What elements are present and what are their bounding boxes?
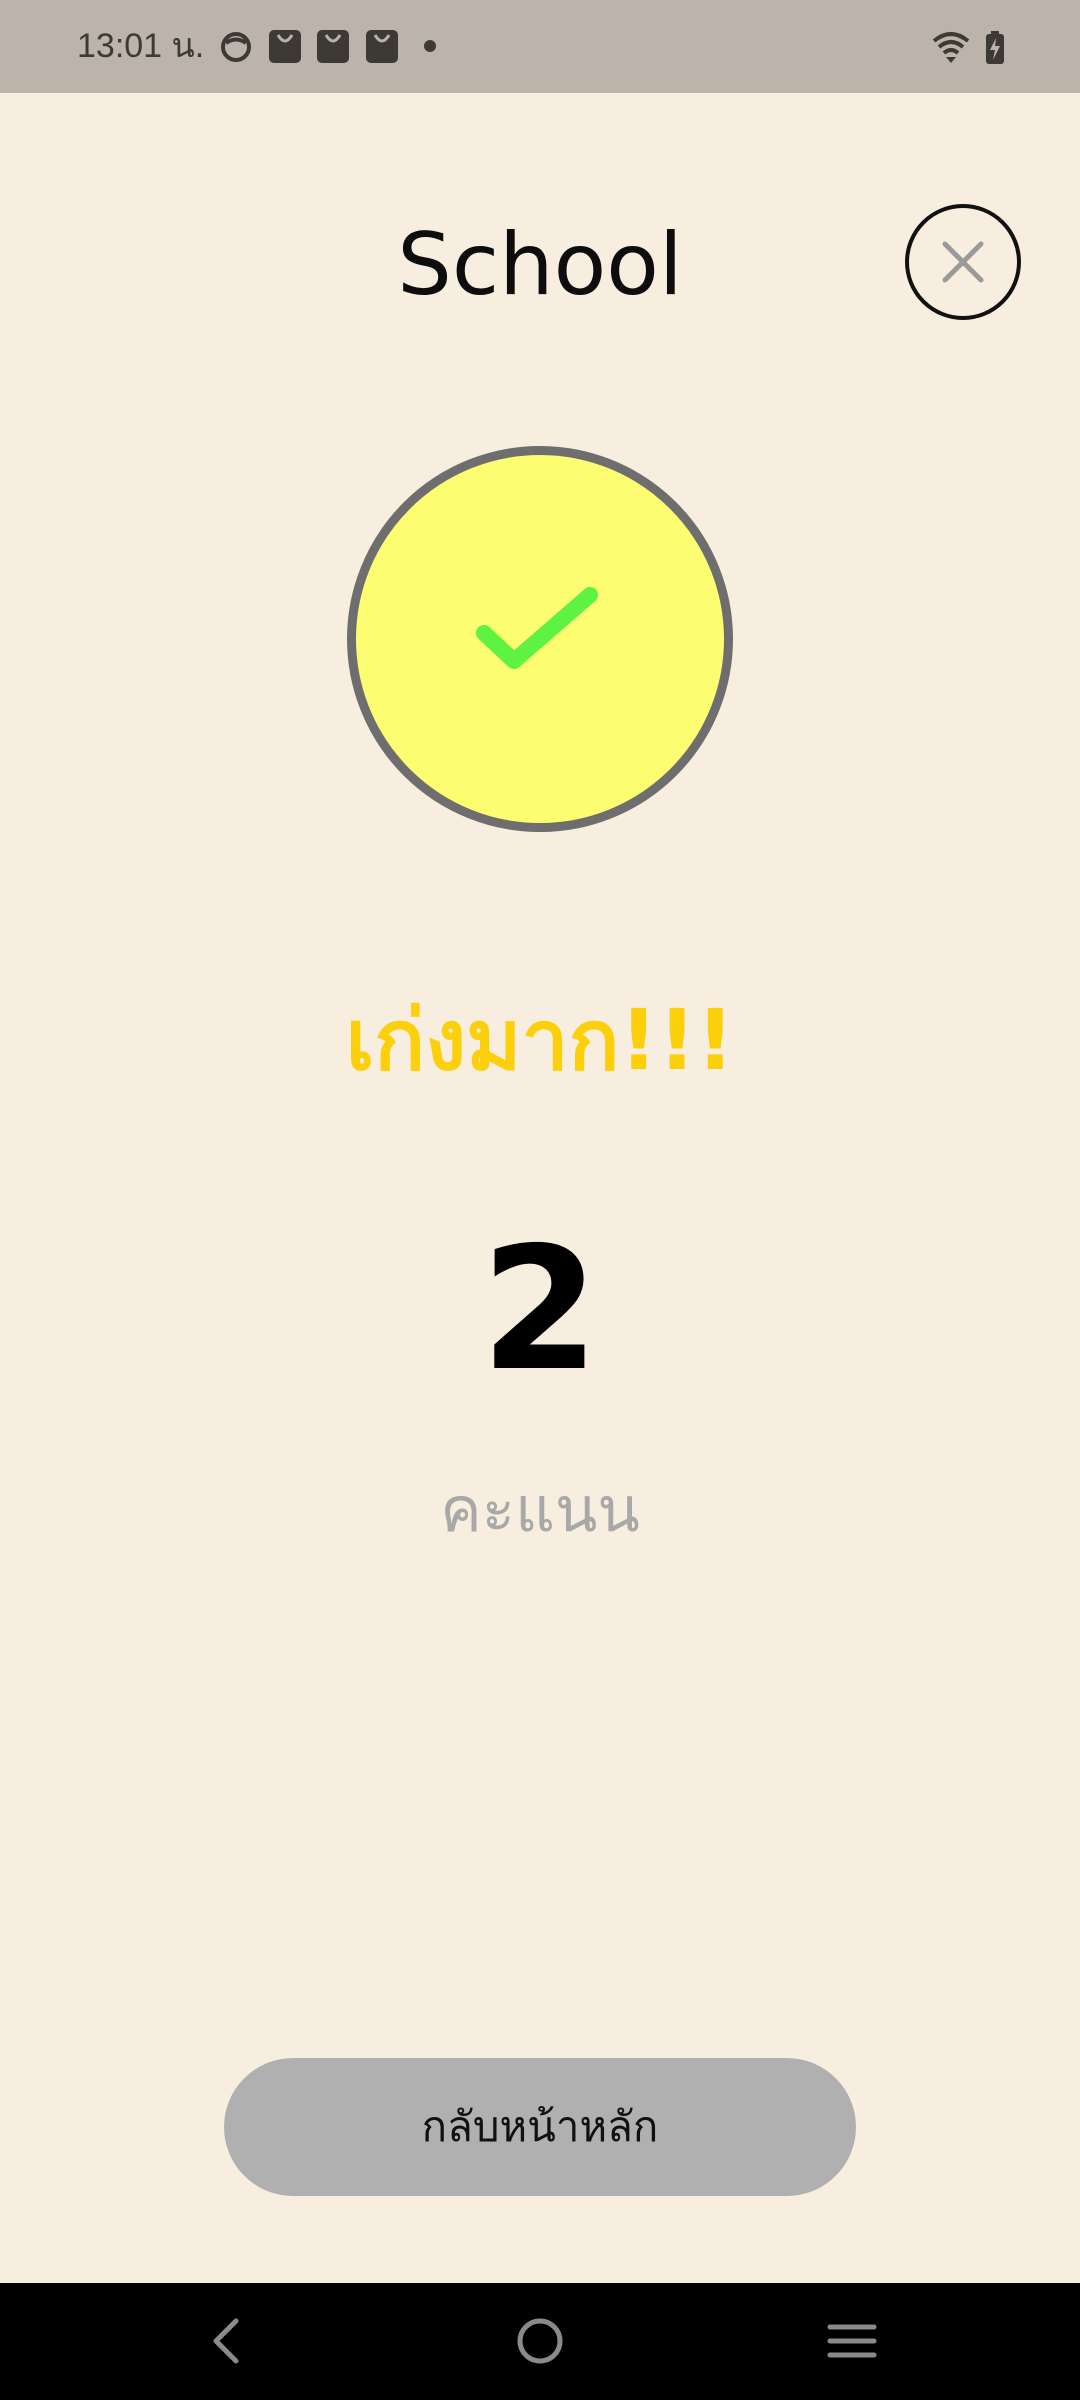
praise-text: เก่งมาก!!!: [345, 991, 735, 1089]
score-value: 2: [480, 1211, 600, 1409]
dot-icon: [424, 40, 436, 52]
checkmark-icon: [476, 587, 598, 669]
nav-recents-button[interactable]: [792, 2283, 912, 2400]
close-icon: [942, 241, 984, 283]
result-badge: [347, 446, 733, 832]
close-button[interactable]: [905, 204, 1021, 320]
status-bar: 13:01 น.: [0, 0, 1080, 93]
nav-home-button[interactable]: [480, 2283, 600, 2400]
score-label: คะแนน: [440, 1473, 640, 1546]
face-icon: [220, 27, 252, 69]
home-icon: [517, 2318, 563, 2364]
shopping-bag-icon: [268, 27, 302, 69]
back-icon: [213, 2318, 239, 2364]
back-to-home-button[interactable]: กลับหน้าหลัก: [224, 2058, 856, 2196]
status-time: 13:01 น.: [77, 27, 205, 65]
battery-charging-icon: [984, 31, 1006, 69]
screen: 13:01 น. School เก่งมาก!!! 2 คะแนน กลับห…: [0, 0, 1080, 2400]
shopping-bag-icon: [365, 27, 399, 69]
shopping-bag-icon: [316, 27, 350, 69]
wifi-icon: [931, 30, 971, 68]
nav-back-button[interactable]: [168, 2283, 288, 2400]
navigation-bar: [0, 2283, 1080, 2400]
recents-icon: [827, 2324, 877, 2358]
